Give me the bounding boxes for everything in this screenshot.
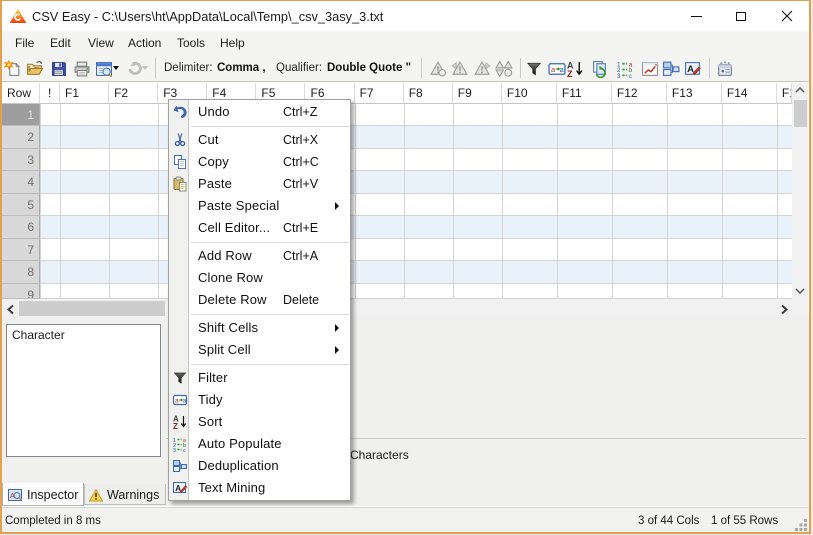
svg-text:3: 3 <box>173 448 176 452</box>
svg-text:a: a <box>175 398 179 405</box>
svg-text:Z: Z <box>567 68 573 77</box>
svg-text:c: c <box>183 448 186 452</box>
svg-text:Z: Z <box>173 422 178 430</box>
svg-text:a: a <box>182 398 186 405</box>
svg-text:c: c <box>629 73 632 78</box>
svg-text:3: 3 <box>617 73 621 78</box>
